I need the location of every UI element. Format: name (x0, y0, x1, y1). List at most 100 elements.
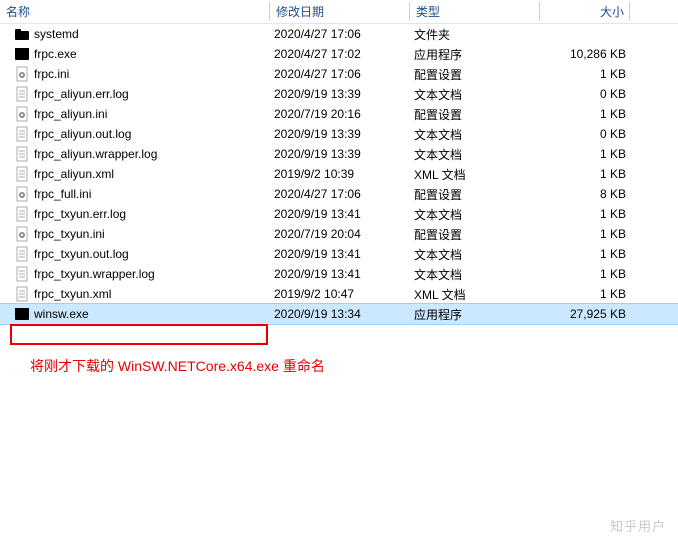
file-name-label: frpc_txyun.out.log (34, 247, 129, 261)
file-name-cell[interactable]: frpc_aliyun.err.log (0, 86, 270, 102)
file-type-cell: 文本文档 (410, 146, 540, 163)
text-file-icon (14, 146, 30, 162)
file-row[interactable]: frpc_aliyun.ini 2020/7/19 20:16配置设置1 KB (0, 104, 678, 124)
file-row[interactable]: frpc.exe 2020/4/27 17:02应用程序10,286 KB (0, 44, 678, 64)
file-size-cell: 1 KB (540, 287, 630, 301)
file-type-cell: 应用程序 (410, 46, 540, 63)
file-type-cell: 配置设置 (410, 106, 540, 123)
file-row[interactable]: frpc_txyun.err.log 2020/9/19 13:41文本文档1 K… (0, 204, 678, 224)
file-size-cell: 1 KB (540, 247, 630, 261)
file-type-cell: 配置设置 (410, 66, 540, 83)
file-name-cell[interactable]: winsw.exe (0, 306, 270, 322)
column-header-type[interactable]: 类型 (410, 0, 540, 24)
settings-file-icon (14, 226, 30, 242)
file-name-label: frpc_txyun.err.log (34, 207, 126, 221)
column-header-row: 名称 修改日期 类型 大小 (0, 0, 678, 24)
file-row[interactable]: frpc_aliyun.wrapper.log 2020/9/19 13:39文本… (0, 144, 678, 164)
file-size-cell: 1 KB (540, 267, 630, 281)
file-type-cell: 文本文档 (410, 126, 540, 143)
application-icon (14, 306, 30, 322)
file-name-cell[interactable]: frpc_txyun.ini (0, 226, 270, 242)
file-type-cell: XML 文档 (410, 286, 540, 303)
settings-file-icon (14, 106, 30, 122)
file-row[interactable]: frpc_txyun.out.log2020/9/19 13:41文本文档1 K… (0, 244, 678, 264)
file-date-cell: 2019/9/2 10:47 (270, 287, 410, 301)
file-name-label: frpc_aliyun.wrapper.log (34, 147, 157, 161)
file-name-cell[interactable]: frpc_full.ini (0, 186, 270, 202)
file-row[interactable]: winsw.exe2020/9/19 13:34应用程序27,925 KB (0, 304, 678, 324)
file-date-cell: 2020/9/19 13:41 (270, 267, 410, 281)
file-name-cell[interactable]: frpc_aliyun.wrapper.log (0, 146, 270, 162)
file-type-cell: 配置设置 (410, 186, 540, 203)
file-size-cell: 0 KB (540, 87, 630, 101)
file-row[interactable]: frpc_txyun.ini2020/7/19 20:04配置设置1 KB (0, 224, 678, 244)
xml-file-icon (14, 166, 30, 182)
folder-icon (14, 26, 30, 42)
settings-file-icon (14, 186, 30, 202)
file-name-label: frpc_aliyun.err.log (34, 87, 129, 101)
settings-file-icon (14, 66, 30, 82)
file-name-label: frpc.ini (34, 67, 69, 81)
file-date-cell: 2020/9/19 13:39 (270, 147, 410, 161)
file-name-label: frpc_aliyun.xml (34, 167, 114, 181)
text-file-icon (14, 266, 30, 282)
file-type-cell: 文本文档 (410, 266, 540, 283)
file-row[interactable]: frpc_aliyun.err.log2020/9/19 13:39文本文档0 … (0, 84, 678, 104)
file-name-label: frpc_txyun.xml (34, 287, 111, 301)
file-date-cell: 2020/4/27 17:06 (270, 67, 410, 81)
file-type-cell: 文件夹 (410, 26, 540, 43)
annotation-text: 将刚才下载的 WinSW.NETCore.x64.exe 重命名 (30, 356, 325, 376)
file-row[interactable]: frpc.ini 2020/4/27 17:06配置设置1 KB (0, 64, 678, 84)
text-file-icon (14, 126, 30, 142)
file-row[interactable]: frpc_aliyun.xml 2019/9/2 10:39XML 文档1 KB (0, 164, 678, 184)
file-size-cell: 8 KB (540, 187, 630, 201)
column-header-size[interactable]: 大小 (540, 0, 630, 24)
xml-file-icon (14, 286, 30, 302)
file-name-cell[interactable]: frpc.exe (0, 46, 270, 62)
file-name-cell[interactable]: frpc.ini (0, 66, 270, 82)
text-file-icon (14, 246, 30, 262)
file-name-cell[interactable]: frpc_txyun.out.log (0, 246, 270, 262)
file-size-cell: 10,286 KB (540, 47, 630, 61)
file-type-cell: 文本文档 (410, 86, 540, 103)
file-row[interactable]: frpc_full.ini2020/4/27 17:06配置设置8 KB (0, 184, 678, 204)
file-size-cell: 1 KB (540, 147, 630, 161)
file-name-cell[interactable]: frpc_txyun.xml (0, 286, 270, 302)
file-name-label: frpc_txyun.ini (34, 227, 105, 241)
file-name-cell[interactable]: frpc_txyun.wrapper.log (0, 266, 270, 282)
file-size-cell: 1 KB (540, 167, 630, 181)
file-name-cell[interactable]: frpc_aliyun.ini (0, 106, 270, 122)
file-date-cell: 2020/4/27 17:02 (270, 47, 410, 61)
file-size-cell: 27,925 KB (540, 307, 630, 321)
file-name-cell[interactable]: frpc_aliyun.xml (0, 166, 270, 182)
file-date-cell: 2020/9/19 13:34 (270, 307, 410, 321)
file-type-cell: 文本文档 (410, 206, 540, 223)
file-size-cell: 1 KB (540, 207, 630, 221)
file-row[interactable]: frpc_aliyun.out.log2020/9/19 13:39文本文档0 … (0, 124, 678, 144)
file-name-label: frpc_txyun.wrapper.log (34, 267, 155, 281)
file-name-cell[interactable]: frpc_aliyun.out.log (0, 126, 270, 142)
file-date-cell: 2020/7/19 20:16 (270, 107, 410, 121)
file-date-cell: 2020/4/27 17:06 (270, 27, 410, 41)
file-name-cell[interactable]: systemd (0, 26, 270, 42)
file-size-cell: 1 KB (540, 67, 630, 81)
file-name-cell[interactable]: frpc_txyun.err.log (0, 206, 270, 222)
file-size-cell: 1 KB (540, 107, 630, 121)
file-date-cell: 2020/9/19 13:41 (270, 207, 410, 221)
file-name-label: frpc_aliyun.out.log (34, 127, 131, 141)
watermark: 知乎用户 (610, 516, 666, 535)
file-date-cell: 2020/9/19 13:41 (270, 247, 410, 261)
column-header-date[interactable]: 修改日期 (270, 0, 410, 24)
file-type-cell: XML 文档 (410, 166, 540, 183)
file-list: systemd2020/4/27 17:06文件夹frpc.exe2020/4/… (0, 24, 678, 324)
file-row[interactable]: systemd2020/4/27 17:06文件夹 (0, 24, 678, 44)
application-icon (14, 46, 30, 62)
file-date-cell: 2020/4/27 17:06 (270, 187, 410, 201)
column-header-name[interactable]: 名称 (0, 0, 270, 24)
file-date-cell: 2019/9/2 10:39 (270, 167, 410, 181)
file-name-label: frpc.exe (34, 47, 77, 61)
file-name-label: frpc_aliyun.ini (34, 107, 107, 121)
file-row[interactable]: frpc_txyun.xml 2019/9/2 10:47XML 文档1 KB (0, 284, 678, 304)
file-row[interactable]: frpc_txyun.wrapper.log 2020/9/19 13:41文本文… (0, 264, 678, 284)
text-file-icon (14, 206, 30, 222)
